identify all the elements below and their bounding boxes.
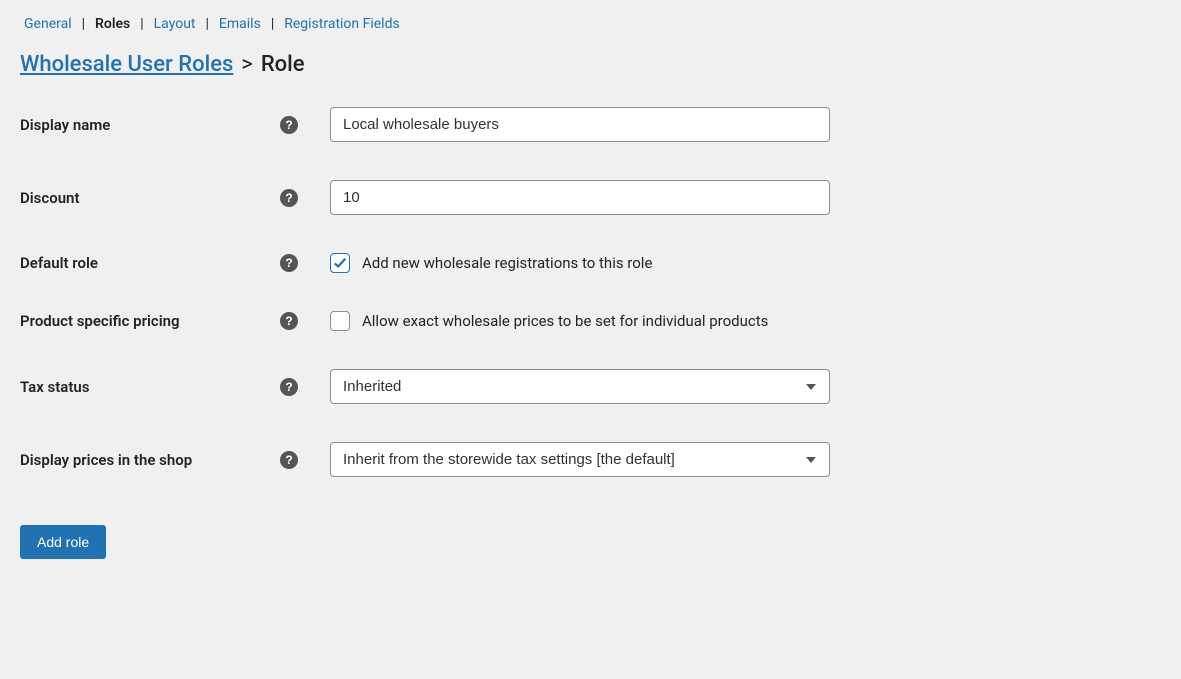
discount-label: Discount [20, 189, 280, 207]
row-tax-status: Tax status ? Inherited [20, 369, 1161, 404]
default-role-checkbox[interactable] [330, 253, 350, 273]
tab-registration-fields[interactable]: Registration Fields [280, 16, 403, 32]
tab-roles[interactable]: Roles [91, 16, 134, 32]
display-prices-select[interactable]: Inherit from the storewide tax settings … [330, 442, 830, 477]
help-icon[interactable]: ? [280, 254, 298, 272]
default-role-checkbox-label: Add new wholesale registrations to this … [362, 254, 652, 272]
tab-layout[interactable]: Layout [150, 16, 200, 32]
product-pricing-label: Product specific pricing [20, 312, 280, 330]
tab-separator: | [271, 16, 274, 32]
tab-emails[interactable]: Emails [215, 16, 265, 32]
row-product-pricing: Product specific pricing ? Allow exact w… [20, 311, 1161, 331]
row-display-prices: Display prices in the shop ? Inherit fro… [20, 442, 1161, 477]
row-default-role: Default role ? Add new wholesale registr… [20, 253, 1161, 273]
breadcrumb: Wholesale User Roles > Role [20, 52, 1161, 77]
default-role-label: Default role [20, 254, 280, 272]
row-discount: Discount ? [20, 180, 1161, 215]
tax-status-label: Tax status [20, 378, 280, 396]
tax-status-select[interactable]: Inherited [330, 369, 830, 404]
help-icon[interactable]: ? [280, 312, 298, 330]
check-icon [333, 256, 347, 270]
help-icon[interactable]: ? [280, 189, 298, 207]
product-pricing-checkbox[interactable] [330, 311, 350, 331]
breadcrumb-separator: > [241, 52, 253, 77]
row-display-name: Display name ? [20, 107, 1161, 142]
display-prices-label: Display prices in the shop [20, 451, 280, 469]
tab-separator: | [82, 16, 85, 32]
help-icon[interactable]: ? [280, 451, 298, 469]
display-name-input[interactable] [330, 107, 830, 142]
discount-input[interactable] [330, 180, 830, 215]
add-role-button[interactable]: Add role [20, 525, 106, 559]
breadcrumb-current: Role [261, 52, 305, 77]
help-icon[interactable]: ? [280, 378, 298, 396]
settings-nav-tabs: General | Roles | Layout | Emails | Regi… [20, 16, 1161, 32]
breadcrumb-root[interactable]: Wholesale User Roles [20, 52, 233, 77]
display-name-label: Display name [20, 116, 280, 134]
tab-general[interactable]: General [20, 16, 76, 32]
help-icon[interactable]: ? [280, 116, 298, 134]
tab-separator: | [206, 16, 209, 32]
product-pricing-checkbox-label: Allow exact wholesale prices to be set f… [362, 312, 768, 330]
role-form: Display name ? Discount ? Default role ?… [20, 107, 1161, 477]
tab-separator: | [140, 16, 143, 32]
